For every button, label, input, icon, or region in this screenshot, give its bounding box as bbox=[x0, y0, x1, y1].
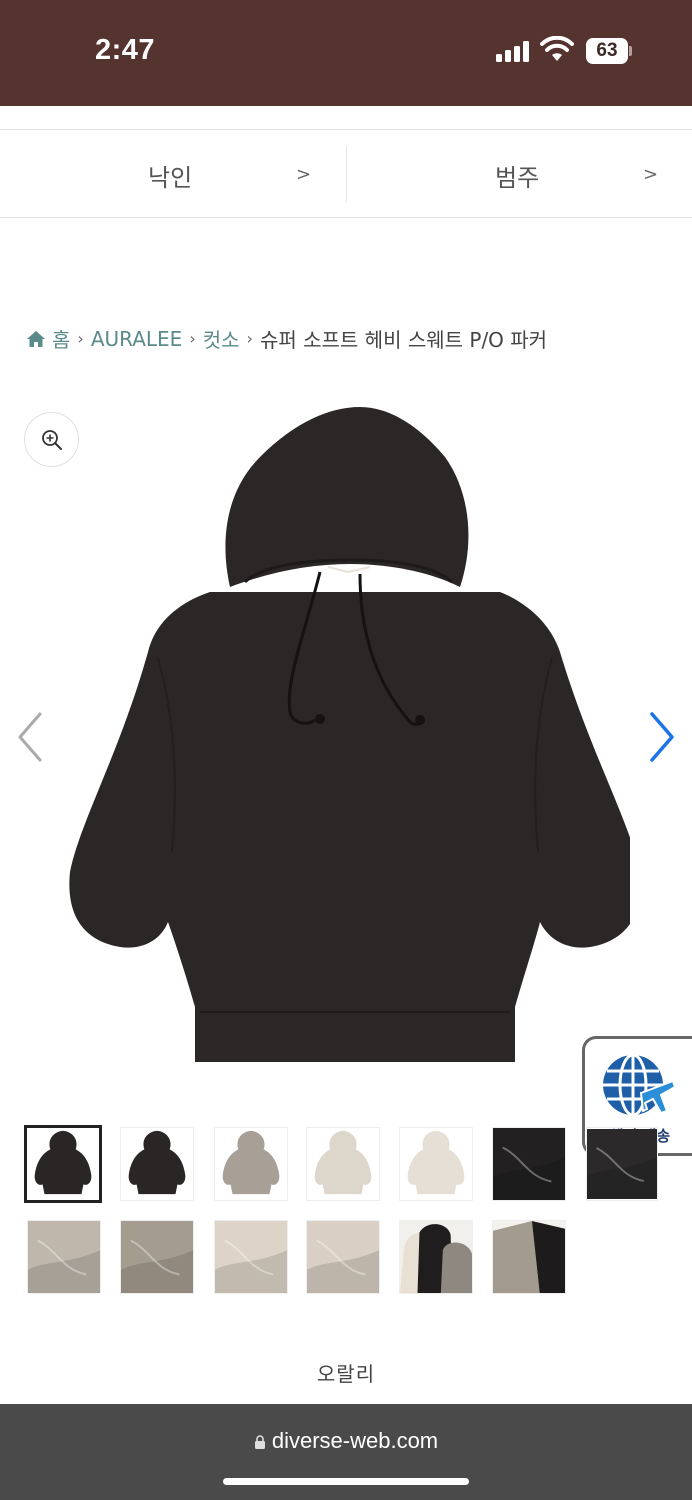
category-filter-dropdown[interactable]: 범주 > bbox=[346, 146, 692, 202]
product-thumbnail[interactable] bbox=[306, 1127, 380, 1201]
brand-name[interactable]: 오랄리 bbox=[0, 1358, 692, 1387]
breadcrumb-separator: › bbox=[77, 329, 84, 348]
home-icon[interactable] bbox=[26, 330, 46, 348]
breadcrumb-brand-link[interactable]: AURALEE bbox=[91, 327, 183, 351]
brand-filter-dropdown[interactable]: 낙인 > bbox=[0, 130, 346, 218]
product-thumbnail[interactable] bbox=[306, 1220, 380, 1294]
chevron-right-icon: > bbox=[643, 164, 659, 185]
product-thumbnail[interactable] bbox=[492, 1220, 566, 1294]
product-thumbnail[interactable] bbox=[120, 1220, 194, 1294]
lock-icon bbox=[254, 1435, 265, 1449]
chevron-right-icon: > bbox=[296, 164, 312, 185]
category-filter-label: 범주 bbox=[495, 164, 540, 192]
chevron-left-icon[interactable] bbox=[14, 710, 44, 764]
url-text: diverse-web.com bbox=[271, 1428, 439, 1453]
signal-icon bbox=[496, 40, 532, 62]
product-thumbnail[interactable] bbox=[399, 1220, 473, 1294]
url-field[interactable]: diverse-web.com bbox=[0, 1428, 692, 1454]
globe-plane-icon bbox=[603, 1053, 677, 1117]
product-thumbnail[interactable] bbox=[399, 1127, 473, 1201]
product-thumbnail[interactable] bbox=[120, 1127, 194, 1201]
status-bar: 2:47 63 bbox=[0, 0, 692, 106]
product-thumbnail[interactable] bbox=[586, 1127, 658, 1201]
filter-row: 낙인 > 범주 > bbox=[0, 129, 692, 218]
browser-url-bar[interactable]: diverse-web.com bbox=[0, 1404, 692, 1500]
product-gallery[interactable] bbox=[0, 390, 692, 1090]
breadcrumb-separator: › bbox=[246, 329, 253, 348]
home-indicator[interactable] bbox=[223, 1478, 469, 1485]
product-thumbnail[interactable] bbox=[214, 1127, 288, 1201]
battery-level: 63 bbox=[596, 40, 618, 61]
breadcrumb-separator: › bbox=[189, 329, 196, 348]
product-thumbnail[interactable] bbox=[24, 1125, 102, 1203]
product-thumbnail[interactable] bbox=[214, 1220, 288, 1294]
chevron-right-icon[interactable] bbox=[648, 710, 678, 764]
breadcrumb: 홈 › AURALEE › 컷소 › 슈퍼 소프트 헤비 스웨트 P/O 파커 bbox=[26, 324, 547, 353]
zoom-in-icon bbox=[41, 429, 62, 450]
product-thumbnail[interactable] bbox=[492, 1127, 566, 1201]
breadcrumb-current: 슈퍼 소프트 헤비 스웨트 P/O 파커 bbox=[259, 328, 548, 352]
wifi-icon bbox=[540, 36, 574, 61]
zoom-button[interactable] bbox=[24, 412, 79, 467]
battery-icon: 63 bbox=[586, 38, 632, 64]
product-image[interactable] bbox=[60, 402, 630, 1072]
brand-filter-label: 낙인 bbox=[148, 164, 193, 192]
product-thumbnail[interactable] bbox=[27, 1220, 101, 1294]
breadcrumb-home-link[interactable]: 홈 bbox=[52, 324, 70, 353]
breadcrumb-category-link[interactable]: 컷소 bbox=[203, 324, 240, 353]
status-time: 2:47 bbox=[95, 34, 156, 66]
